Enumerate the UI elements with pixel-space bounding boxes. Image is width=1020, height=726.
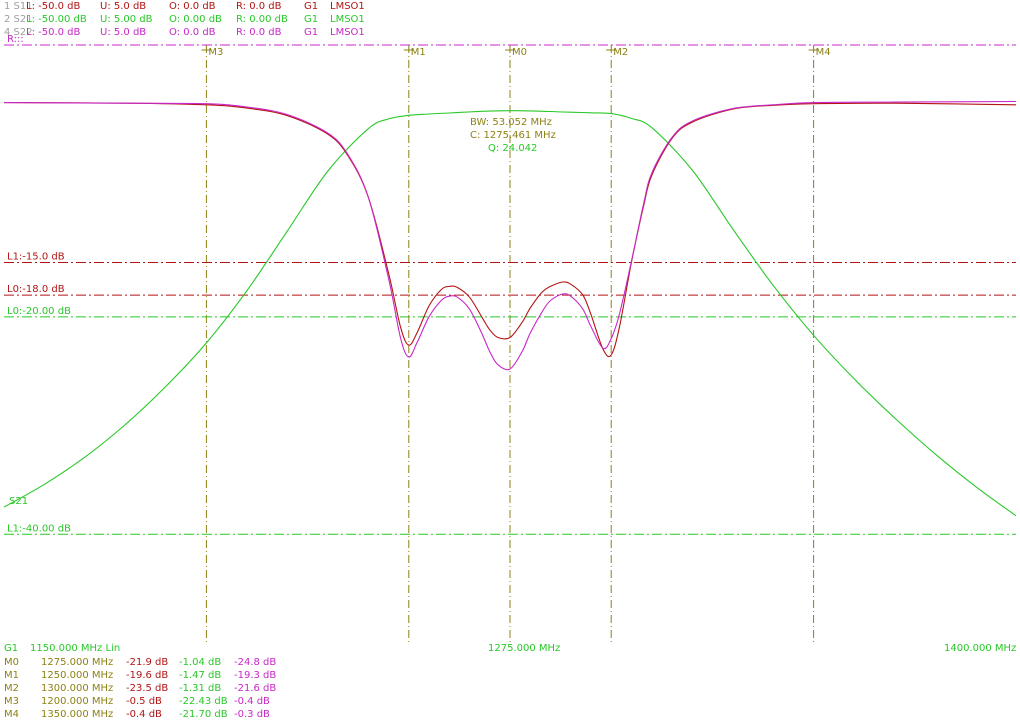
marker-s21: -1.47 dB: [179, 670, 222, 681]
marker-s11: -0.5 dB: [126, 696, 162, 707]
axis-stop-label: 1400.000 MHz: [944, 643, 1017, 654]
vna-plot: M3 M1 M0 M2 M4 R:::L1:-15.0 dBL0:-18.0 dBL0:…: [3, 34, 1017, 644]
marker-name: M2: [4, 683, 19, 694]
marker-s11: -0.4 dB: [126, 709, 162, 720]
marker-freq: 1200.000 MHz: [41, 696, 114, 707]
limit-label: R:::: [7, 34, 24, 45]
marker-s21: -21.70 dB: [179, 709, 228, 720]
marker-s11: -23.5 dB: [126, 683, 169, 694]
annotation-q: Q: 24.042: [488, 143, 537, 154]
series-label: S21: [9, 496, 28, 507]
axis-g1-label: G1: [4, 643, 19, 654]
marker-label: M2: [613, 47, 628, 58]
marker-s22: -19.3 dB: [234, 670, 277, 681]
limit-label: L0:-20.00 dB: [7, 306, 71, 317]
limit-label: L0:-18.0 dB: [7, 284, 65, 295]
marker-label: M0: [512, 47, 527, 58]
marker-name: M0: [4, 657, 19, 668]
marker-s22: -0.4 dB: [234, 696, 270, 707]
marker-s22: -21.6 dB: [234, 683, 277, 694]
marker-label: M3: [208, 47, 223, 58]
marker-s11: -19.6 dB: [126, 670, 169, 681]
marker-name: M3: [4, 696, 19, 707]
marker-label: M1: [411, 47, 426, 58]
limit-label: L1:-15.0 dB: [7, 251, 65, 262]
marker-freq: 1350.000 MHz: [41, 709, 114, 720]
x-axis-labels: G1 1150.000 MHz Lin 1275.000 MHz 1400.00…: [4, 643, 1016, 656]
marker-label: M4: [816, 47, 831, 58]
marker-freq: 1275.000 MHz: [41, 657, 114, 668]
annotation-bw: BW: 53.052 MHz: [470, 117, 552, 128]
marker-name: M1: [4, 670, 19, 681]
marker-name: M4: [4, 709, 19, 720]
marker-s11: -21.9 dB: [126, 657, 169, 668]
marker-s21: -1.04 dB: [179, 657, 222, 668]
limit-label: L1:-40.00 dB: [7, 523, 71, 534]
series-labels: S21: [9, 496, 28, 507]
bandwidth-annotation: BW: 53.052 MHz C: 1275.461 MHz Q: 24.042: [470, 117, 556, 154]
marker-s22: -24.8 dB: [234, 657, 277, 668]
axis-start-label: 1150.000 MHz Lin: [30, 643, 121, 654]
marker-freq: 1300.000 MHz: [41, 683, 114, 694]
marker-freq: 1250.000 MHz: [41, 670, 114, 681]
axis-center-label: 1275.000 MHz: [488, 643, 561, 654]
marker-s21: -22.43 dB: [179, 696, 228, 707]
marker-s22: -0.3 dB: [234, 709, 270, 720]
marker-s21: -1.31 dB: [179, 683, 222, 694]
annotation-center: C: 1275.461 MHz: [470, 130, 556, 141]
